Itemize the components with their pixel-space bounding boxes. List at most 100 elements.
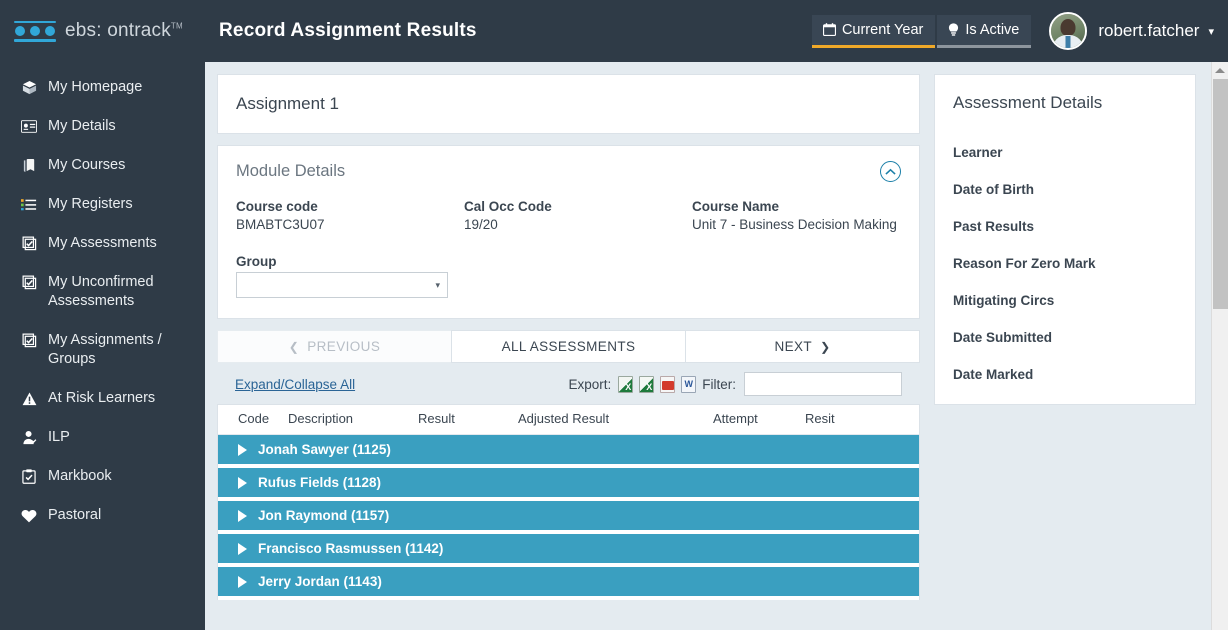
- detail-past-results: Past Results: [953, 219, 1177, 234]
- current-year-button[interactable]: Current Year: [812, 15, 935, 48]
- detail-reason-zero-mark: Reason For Zero Mark: [953, 256, 1177, 271]
- lightbulb-icon: [948, 23, 959, 37]
- current-year-label: Current Year: [842, 22, 923, 38]
- avatar: [1049, 12, 1087, 50]
- main-area: Record Assignment Results Current Year I…: [205, 0, 1228, 630]
- brand-logo[interactable]: ebs: ontrackTM: [0, 0, 205, 62]
- sidebar-item-label: My Registers: [48, 195, 133, 214]
- user-icon: [18, 428, 40, 447]
- sidebar-item-my-assessments[interactable]: My Assessments: [0, 224, 205, 263]
- sidebar-item-my-details[interactable]: My Details: [0, 107, 205, 146]
- header-controls: Current Year Is Active robert.fatcher ▾: [810, 12, 1214, 50]
- warning-triangle-icon: [18, 389, 40, 408]
- toolbar-right-group: Export: Filter:: [568, 372, 918, 396]
- cal-occ-code-value: 19/20: [464, 217, 692, 232]
- assignment-card: Assignment 1: [217, 74, 920, 134]
- list-icon: [18, 195, 40, 214]
- table-row[interactable]: Francisco Rasmussen (1142): [218, 534, 919, 567]
- filter-input[interactable]: [744, 372, 902, 396]
- next-button[interactable]: NEXT ❯: [685, 330, 920, 363]
- previous-label: PREVIOUS: [307, 339, 380, 354]
- group-field: Group ▾: [236, 254, 901, 298]
- table-row[interactable]: Rufus Fields (1128): [218, 468, 919, 501]
- table-row[interactable]: Jerry Jordan (1143): [218, 567, 919, 600]
- course-name-value: Unit 7 - Business Decision Making: [692, 217, 901, 232]
- table-row[interactable]: Jonah Sawyer (1125): [218, 435, 919, 468]
- sidebar-item-pastoral[interactable]: Pastoral: [0, 496, 205, 535]
- chevron-right-icon: ❯: [820, 340, 830, 354]
- sidebar-item-label: My Assessments: [48, 234, 157, 253]
- expand-triangle-icon: [238, 510, 247, 522]
- export-excel-icon[interactable]: [639, 376, 654, 393]
- vertical-scrollbar[interactable]: [1211, 62, 1228, 630]
- sidebar-nav: My Homepage My Details My Courses My Reg…: [0, 62, 205, 535]
- user-menu[interactable]: robert.fatcher ▾: [1049, 12, 1214, 50]
- next-label: NEXT: [774, 339, 812, 354]
- all-assessments-label: ALL ASSESSMENTS: [502, 339, 636, 354]
- application-window: ebs: ontrackTM My Homepage My Details: [0, 0, 1228, 630]
- sidebar-item-label: ILP: [48, 428, 70, 447]
- module-details-header: Module Details: [218, 146, 919, 195]
- sidebar-item-label: At Risk Learners: [48, 389, 155, 408]
- detail-learner: Learner: [953, 145, 1177, 160]
- right-column: Assessment Details Learner Date of Birth…: [934, 74, 1196, 630]
- column-header-adjusted-result: Adjusted Result: [518, 411, 713, 426]
- course-code-value: BMABTC3U07: [236, 217, 464, 232]
- sidebar-item-label: My Details: [48, 117, 116, 136]
- sidebar-item-label: Pastoral: [48, 506, 101, 525]
- course-code-field: Course code BMABTC3U07: [236, 199, 464, 232]
- detail-date-of-birth: Date of Birth: [953, 182, 1177, 197]
- sidebar-item-label: Markbook: [48, 467, 112, 486]
- export-pdf-icon[interactable]: [660, 376, 675, 393]
- column-header-attempt: Attempt: [713, 411, 805, 426]
- module-details-title: Module Details: [236, 162, 345, 181]
- heart-icon: [18, 506, 40, 525]
- filter-label: Filter:: [702, 377, 736, 392]
- sidebar-item-my-assignments-groups[interactable]: My Assignments / Groups: [0, 321, 205, 379]
- learner-row-label: Jon Raymond (1157): [258, 508, 389, 523]
- results-grid: Code Description Result Adjusted Result …: [217, 404, 920, 600]
- table-row[interactable]: Jon Raymond (1157): [218, 501, 919, 534]
- sidebar-item-ilp[interactable]: ILP: [0, 418, 205, 457]
- sidebar-item-label: My Courses: [48, 156, 125, 175]
- id-card-icon: [18, 117, 40, 136]
- all-assessments-button[interactable]: ALL ASSESSMENTS: [451, 330, 686, 363]
- home-cube-icon: [18, 78, 40, 97]
- top-header-bar: Record Assignment Results Current Year I…: [205, 0, 1228, 62]
- sidebar-item-my-courses[interactable]: My Courses: [0, 146, 205, 185]
- sidebar-item-markbook[interactable]: Markbook: [0, 457, 205, 496]
- previous-button[interactable]: ❮ PREVIOUS: [217, 330, 452, 363]
- group-select[interactable]: ▾: [236, 272, 448, 298]
- page-title: Record Assignment Results: [219, 20, 477, 42]
- is-active-button[interactable]: Is Active: [937, 15, 1031, 48]
- column-header-result: Result: [418, 411, 518, 426]
- sidebar-item-at-risk-learners[interactable]: At Risk Learners: [0, 379, 205, 418]
- learner-row-label: Francisco Rasmussen (1142): [258, 541, 443, 556]
- sidebar-item-my-homepage[interactable]: My Homepage: [0, 68, 205, 107]
- chevron-up-circle-icon[interactable]: [880, 161, 901, 182]
- book-icon: [18, 156, 40, 175]
- export-csv-icon[interactable]: [618, 376, 633, 393]
- export-word-icon[interactable]: [681, 376, 696, 393]
- course-name-label: Course Name: [692, 199, 901, 214]
- scroll-up-button[interactable]: [1212, 62, 1228, 78]
- checkbox-icon: [18, 234, 40, 253]
- detail-mitigating-circs: Mitigating Circs: [953, 293, 1177, 308]
- assessment-details-title: Assessment Details: [953, 93, 1177, 113]
- sidebar-item-my-unconfirmed-assessments[interactable]: My Unconfirmed Assessments: [0, 263, 205, 321]
- sidebar-item-my-registers[interactable]: My Registers: [0, 185, 205, 224]
- scrollbar-thumb[interactable]: [1213, 79, 1228, 309]
- detail-date-submitted: Date Submitted: [953, 330, 1177, 345]
- calendar-icon: [823, 23, 836, 36]
- detail-date-marked: Date Marked: [953, 367, 1177, 382]
- expand-triangle-icon: [238, 576, 247, 588]
- column-header-description: Description: [288, 411, 418, 426]
- cal-occ-code-label: Cal Occ Code: [464, 199, 692, 214]
- group-label: Group: [236, 254, 901, 269]
- user-name: robert.fatcher: [1098, 21, 1199, 41]
- expand-collapse-all-link[interactable]: Expand/Collapse All: [219, 377, 355, 392]
- brand-name-text: ebs: ontrack: [65, 20, 171, 41]
- clipboard-check-icon: [18, 467, 40, 486]
- module-details-card: Module Details Course code BMABTC3U07: [217, 145, 920, 319]
- expand-triangle-icon: [238, 543, 247, 555]
